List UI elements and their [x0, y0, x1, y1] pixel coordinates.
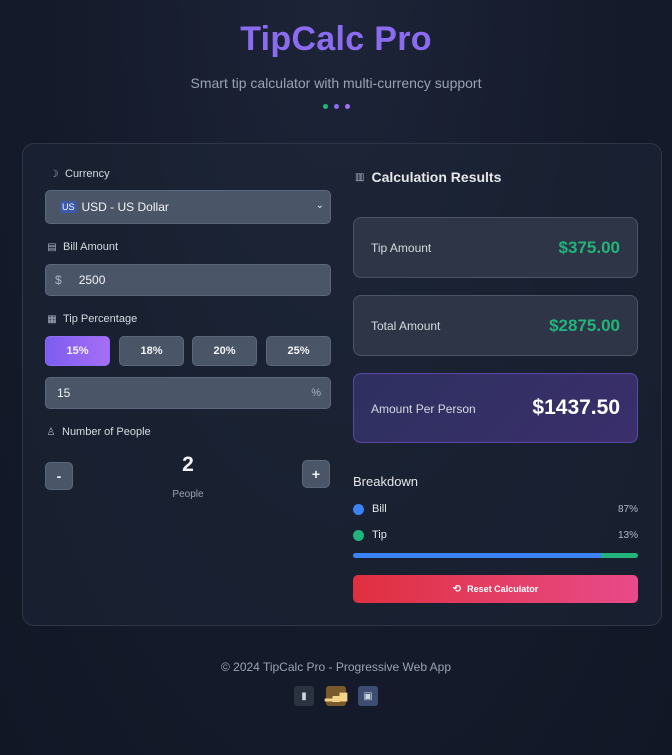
tip-25-button[interactable]: 25% — [266, 336, 331, 366]
breakdown-row-bill: Bill 87% — [353, 502, 638, 516]
bill-label: ▤ Bill Amount — [47, 241, 119, 253]
tip-20-button[interactable]: 20% — [192, 336, 257, 366]
tip-amount-label: Tip Amount — [371, 241, 432, 255]
custom-tip-value: 15 — [57, 386, 71, 400]
breakdown-tip-label: Tip — [372, 529, 387, 541]
tip-amount-card: Tip Amount $375.00 — [353, 217, 638, 278]
custom-tip-input[interactable]: 15 % — [45, 377, 331, 409]
tip-18-button[interactable]: 18% — [119, 336, 184, 366]
total-amount-card: Total Amount $2875.00 — [353, 295, 638, 356]
green-dot — [322, 104, 328, 109]
people-label: ♙ Number of People — [46, 426, 151, 438]
total-amount-value: $2875.00 — [549, 316, 620, 335]
us-flag-icon: US — [60, 201, 77, 213]
per-person-card: Amount Per Person $1437.50 — [353, 373, 638, 443]
decorative-dots — [0, 104, 672, 109]
mobile-icon: ▮ — [294, 686, 314, 706]
calculator-icon: ▦ — [47, 313, 57, 325]
tip-swatch — [353, 529, 364, 541]
currency-label: ☽ Currency — [49, 168, 110, 180]
breakdown-bill-label: Bill — [372, 503, 387, 515]
purple-dot — [333, 104, 339, 109]
tip-bar-segment — [600, 553, 638, 558]
bill-bar-segment — [353, 553, 601, 558]
save-icon: ▣ — [358, 686, 378, 706]
reset-label: Reset Calculator — [467, 584, 539, 594]
decrement-people-button[interactable]: - — [45, 462, 73, 490]
per-person-label: Amount Per Person — [371, 402, 476, 416]
footer-icons: ▮ ▂▄▆ ▣ — [0, 686, 672, 706]
breakdown-row-tip: Tip 13% — [353, 528, 638, 542]
violet-dot — [344, 104, 350, 109]
total-amount-label: Total Amount — [371, 319, 441, 333]
breakdown-tip-percent: 13% — [617, 529, 638, 541]
increment-people-button[interactable]: + — [302, 460, 330, 488]
signal-icon: ▂▄▆ — [325, 686, 347, 706]
people-count: 2 — [182, 453, 194, 476]
currency-select[interactable]: US USD - US Dollar ⌄ — [45, 190, 331, 224]
currency-icon: ☽ — [49, 168, 59, 180]
results-title: ▥ Calculation Results — [355, 169, 502, 185]
bill-value: 2500 — [78, 273, 106, 287]
footer-text: © 2024 TipCalc Pro - Progressive Web App — [220, 660, 452, 674]
bill-amount-input[interactable]: $ 2500 — [45, 264, 331, 296]
percent-sign: % — [311, 387, 321, 399]
breakdown-bill-percent: 87% — [617, 503, 638, 515]
tip-15-button[interactable]: 15% — [45, 336, 110, 366]
document-icon: ▤ — [47, 241, 57, 253]
currency-value: USD - US Dollar — [81, 200, 169, 214]
page-subtitle: Smart tip calculator with multi-currency… — [190, 75, 482, 91]
people-unit-label: People — [172, 489, 204, 500]
refresh-icon: ⟲ — [452, 583, 462, 595]
page-title: TipCalc Pro — [240, 20, 432, 58]
tip-amount-value: $375.00 — [558, 238, 620, 257]
per-person-value: $1437.50 — [532, 396, 620, 419]
breakdown-title: Breakdown — [353, 474, 419, 489]
people-icon: ♙ — [46, 426, 56, 438]
clipboard-icon: ▥ — [355, 171, 365, 183]
bill-swatch — [353, 503, 364, 515]
dollar-sign: $ — [55, 273, 62, 287]
chevron-down-icon: ⌄ — [315, 200, 324, 211]
tip-percentage-label: ▦ Tip Percentage — [47, 313, 138, 325]
breakdown-progress-bar — [353, 553, 638, 558]
reset-calculator-button[interactable]: ⟲ Reset Calculator — [353, 575, 638, 603]
